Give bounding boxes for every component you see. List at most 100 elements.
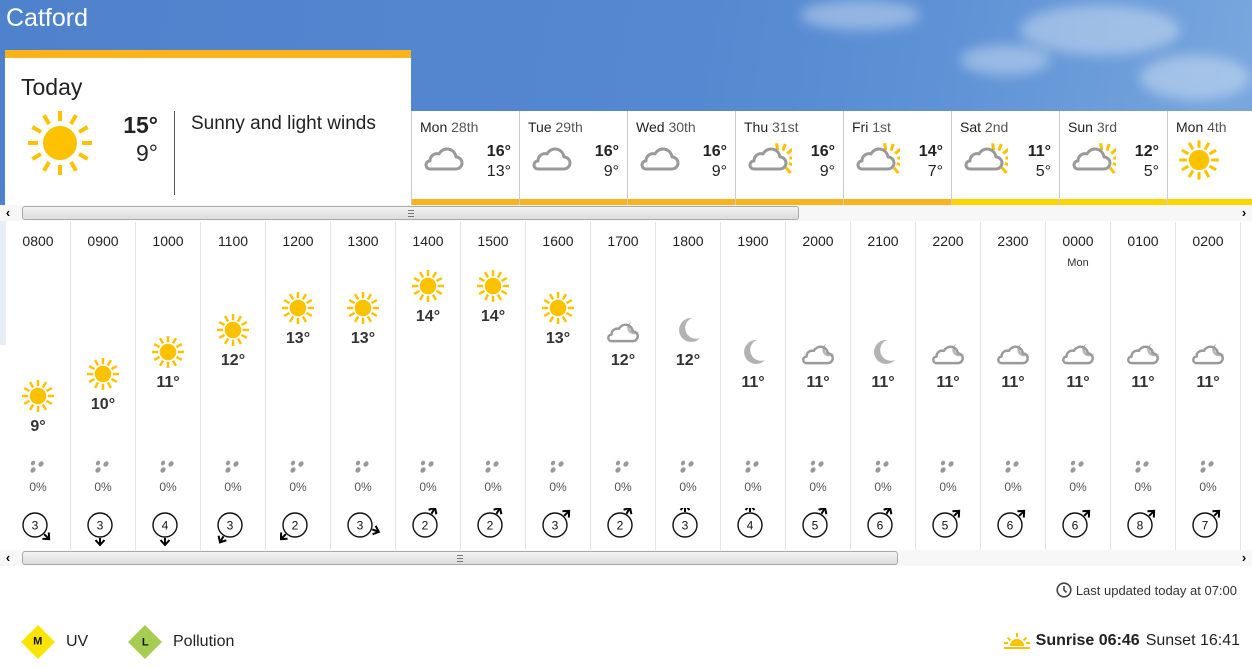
raindrops-icon xyxy=(1005,460,1019,473)
raindrops-icon xyxy=(30,460,44,473)
partly-cloudy-night-icon xyxy=(1060,336,1096,368)
day-tab[interactable]: Sun 3rd 12° 5° xyxy=(1059,111,1167,205)
daily-scrollbar[interactable]: ‹ › xyxy=(0,205,1252,221)
hour-column[interactable]: 0900 10° 0% 3 xyxy=(71,222,136,550)
hour-time: 1300 xyxy=(347,233,379,249)
hour-column[interactable]: 1400 14° 0% 2 xyxy=(396,222,461,550)
day-name: Tue xyxy=(528,119,552,135)
clear-night-icon xyxy=(735,336,771,368)
hour-time: 0100 xyxy=(1127,233,1159,249)
today-panel[interactable]: Today 15° 9° Sunny and light winds xyxy=(5,50,411,205)
day-date: 29th xyxy=(555,119,583,135)
hour-temp: 11° xyxy=(1131,374,1155,391)
sky-cloud xyxy=(960,45,1050,75)
grip-icon xyxy=(407,210,414,217)
hour-time: 1100 xyxy=(217,233,249,249)
day-max-temp: 14° xyxy=(918,143,943,160)
clear-night-icon xyxy=(865,336,901,368)
hour-column[interactable]: 0000 Mon 11° 0% 6 xyxy=(1046,222,1111,550)
cloud-icon xyxy=(422,139,468,181)
scroll-right-icon[interactable]: › xyxy=(1238,205,1250,221)
wind-direction-icon: 2 xyxy=(412,508,438,538)
hour-time: 0200 xyxy=(1192,233,1224,249)
hour-column[interactable]: 0100 11° 0% 8 xyxy=(1111,222,1176,550)
wind-speed: 6 xyxy=(1072,519,1079,533)
hour-column[interactable]: 2000 11° 0% 5 xyxy=(786,222,851,550)
day-tab[interactable]: Mon 28th 16° 13° xyxy=(411,111,519,205)
partly-cloudy-night-icon xyxy=(1190,336,1226,368)
hour-column[interactable]: 2200 11° 0% 5 xyxy=(916,222,981,550)
hour-column[interactable]: 1100 12° 0% 3 xyxy=(201,222,266,550)
raindrops-icon xyxy=(1070,460,1084,473)
hour-temp: 13° xyxy=(285,330,311,347)
wind-speed: 2 xyxy=(617,519,624,533)
day-tab[interactable]: Thu 31st 16° 9° xyxy=(735,111,843,205)
day-max-temp: 16° xyxy=(486,143,511,160)
hour-time: 1900 xyxy=(737,233,769,249)
hour-column[interactable]: 0200 11° 0% 7 xyxy=(1176,222,1241,550)
scroll-left-icon[interactable]: ‹ xyxy=(2,205,14,221)
daily-scroll-thumb[interactable] xyxy=(22,206,799,220)
hour-column[interactable]: 1000 11° 0% 4 xyxy=(136,222,201,550)
hour-temp: 13° xyxy=(350,330,376,347)
hour-time: 1200 xyxy=(282,233,314,249)
sky-cloud xyxy=(1020,5,1180,55)
sky-cloud xyxy=(800,0,920,30)
hour-temp: 9° xyxy=(30,418,46,435)
day-tab[interactable]: Sat 2nd 11° 5° xyxy=(951,111,1059,205)
day-name: Mon xyxy=(1176,119,1204,135)
hour-column[interactable]: 2100 11° 0% 6 xyxy=(851,222,916,550)
wind-direction-icon: 3 xyxy=(672,508,698,538)
day-tab[interactable]: Tue 29th 16° 9° xyxy=(519,111,627,205)
hour-column[interactable]: 2300 11° 0% 6 xyxy=(981,222,1046,550)
daily-forecast-tabs: Mon 28th 16° 13° Tue 29th 16° 9° Wed 30t… xyxy=(411,111,1252,205)
hourly-scrollbar[interactable]: ‹ › xyxy=(0,550,1252,566)
day-tab[interactable]: Mon 4th 1 xyxy=(1167,111,1252,205)
wind-direction-icon: 4 xyxy=(737,508,763,538)
sunrise-icon xyxy=(1003,633,1030,649)
day-tab[interactable]: Wed 30th 16° 9° xyxy=(627,111,735,205)
day-date: 3rd xyxy=(1096,119,1118,135)
hour-column[interactable]: 1300 13° 0% 3 xyxy=(331,222,396,550)
rain-chance: 0% xyxy=(94,480,112,494)
raindrops-icon xyxy=(875,460,889,473)
hour-column[interactable]: 1800 12° 0% 3 xyxy=(656,222,721,550)
day-name: Sun xyxy=(1068,119,1093,135)
sun-times: Sunrise 06:46 Sunset 16:41 xyxy=(1003,632,1240,650)
partly-cloudy-night-icon xyxy=(1125,336,1161,368)
scroll-right-icon[interactable]: › xyxy=(1238,550,1250,566)
partly-cloudy-night-icon xyxy=(995,336,1031,368)
wind-direction-icon: 6 xyxy=(1062,509,1091,538)
hour-time: 1400 xyxy=(412,233,444,249)
hour-column[interactable]: 1200 13° 0% 2 xyxy=(266,222,331,550)
pollution-indicator[interactable]: L Pollution xyxy=(128,625,234,659)
hour-column[interactable]: 1500 14° 0% 2 xyxy=(461,222,526,550)
wind-speed: 5 xyxy=(812,519,819,533)
wind-direction-icon: 7 xyxy=(1192,509,1221,538)
rain-chance: 0% xyxy=(1004,480,1022,494)
rain-chance: 0% xyxy=(224,480,242,494)
today-min-temp: 9° xyxy=(136,140,158,166)
wind-direction-icon: 2 xyxy=(477,508,503,538)
uv-indicator[interactable]: M UV xyxy=(21,625,88,659)
hour-time: 1500 xyxy=(477,233,509,249)
hour-time: 1600 xyxy=(542,233,574,249)
rain-chance: 0% xyxy=(1069,480,1087,494)
hourly-scroll-thumb[interactable] xyxy=(22,551,898,565)
raindrops-icon xyxy=(1135,460,1149,473)
sunrise-time: Sunrise 06:46 xyxy=(1035,632,1140,649)
wind-speed: 4 xyxy=(162,519,169,533)
scroll-left-icon[interactable]: ‹ xyxy=(2,550,14,566)
uv-level-badge: M xyxy=(21,625,55,659)
partly-cloudy-night-icon xyxy=(800,336,836,368)
day-tab[interactable]: Fri 1st 14° 7° xyxy=(843,111,951,205)
rain-chance: 0% xyxy=(159,480,177,494)
hour-column[interactable]: 0800 9° 0% 3 xyxy=(6,222,71,550)
rain-chance: 0% xyxy=(679,480,697,494)
day-date: 1st xyxy=(872,119,891,135)
hour-column[interactable]: 1600 13° 0% 3 xyxy=(526,222,591,550)
hour-column[interactable]: 1900 11° 0% 4 xyxy=(721,222,786,550)
sunny-icon xyxy=(475,270,511,302)
hour-column[interactable]: 1700 12° 0% 2 xyxy=(591,222,656,550)
wind-speed: 2 xyxy=(422,519,429,533)
